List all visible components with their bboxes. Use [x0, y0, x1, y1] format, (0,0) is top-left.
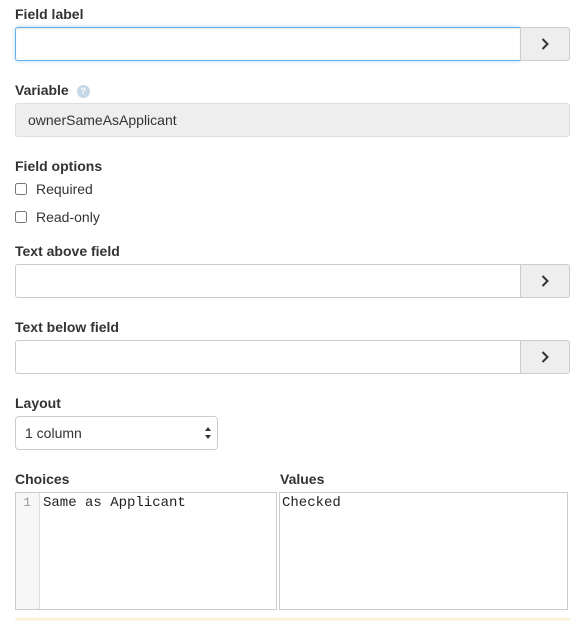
- layout-select[interactable]: 1 column: [15, 416, 218, 450]
- question-icon[interactable]: ?: [76, 85, 90, 98]
- text-above-expand-button[interactable]: [520, 264, 570, 298]
- values-editor[interactable]: Checked: [279, 492, 568, 610]
- field-options-heading: Field options: [15, 158, 103, 174]
- read-only-label: Read-only: [36, 209, 100, 225]
- chevron-right-icon: [541, 351, 549, 363]
- choices-editor[interactable]: 1 Same as Applicant: [15, 492, 277, 610]
- field-label-input-group: [15, 27, 570, 61]
- text-below-expand-button[interactable]: [520, 340, 570, 374]
- field-settings-form: Field label Variable? ownerSameAsApplica…: [0, 0, 588, 621]
- required-label: Required: [36, 181, 93, 197]
- field-label-expand-button[interactable]: [520, 27, 570, 61]
- text-above-input-group: [15, 264, 570, 298]
- chevron-right-icon: [541, 275, 549, 287]
- text-below-input-group: [15, 340, 570, 374]
- select-arrows-icon: [205, 427, 211, 439]
- layout-heading: Layout: [15, 395, 61, 411]
- text-above-heading: Text above field: [15, 243, 120, 259]
- text-below-heading: Text below field: [15, 319, 119, 335]
- values-line: Checked: [282, 495, 341, 511]
- line-number: 1: [23, 495, 31, 510]
- variable-label: Variable: [15, 82, 69, 98]
- read-only-option[interactable]: Read-only: [15, 209, 100, 225]
- values-heading: Values: [280, 471, 325, 487]
- choices-line: Same as Applicant: [43, 495, 186, 511]
- layout-selected-value: 1 column: [25, 425, 82, 441]
- required-checkbox[interactable]: [15, 183, 27, 195]
- read-only-checkbox[interactable]: [15, 211, 27, 223]
- field-label-input[interactable]: [15, 27, 520, 61]
- text-above-input[interactable]: [15, 264, 520, 298]
- required-option[interactable]: Required: [15, 181, 93, 197]
- line-number-gutter: 1: [16, 493, 40, 609]
- variable-heading: Variable?: [15, 82, 90, 98]
- variable-field: ownerSameAsApplicant: [15, 103, 570, 137]
- text-below-input[interactable]: [15, 340, 520, 374]
- chevron-right-icon: [541, 38, 549, 50]
- choices-heading: Choices: [15, 471, 70, 487]
- field-label-heading: Field label: [15, 6, 84, 22]
